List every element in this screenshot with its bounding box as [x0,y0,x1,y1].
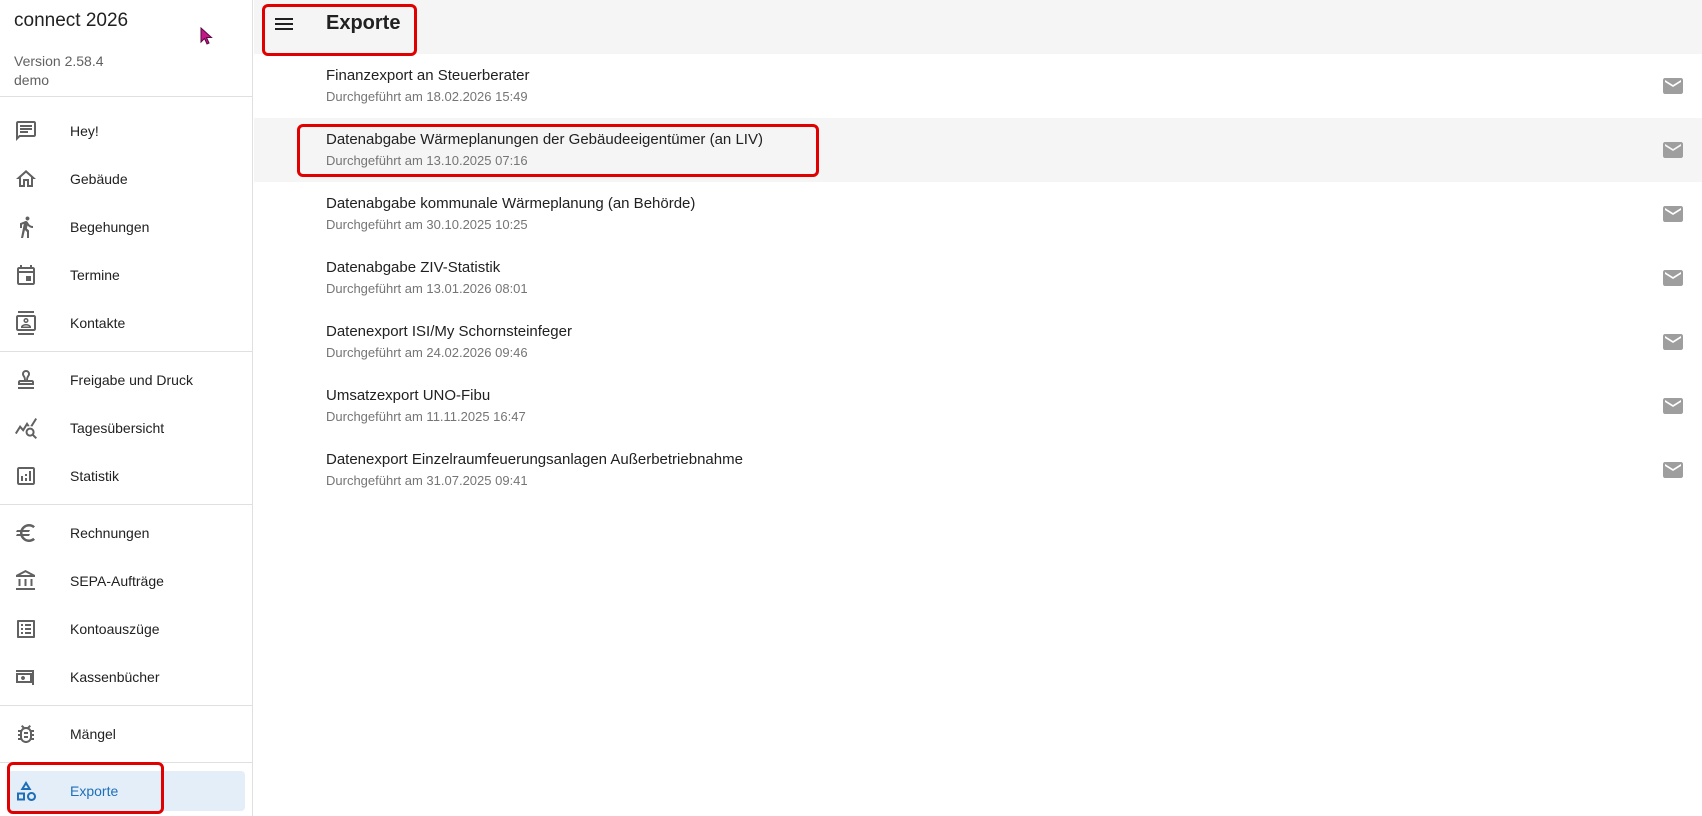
sidebar-item-label: Kontoauszüge [70,621,160,637]
sidebar-divider [0,351,253,352]
sidebar-item-kassenbuecher[interactable]: Kassenbücher [8,657,245,697]
sidebar-item-termine[interactable]: Termine [8,255,245,295]
calendar-icon [14,263,38,287]
home-icon [14,167,38,191]
list-item[interactable]: Datenabgabe ZIV-Statistik Durchgeführt a… [254,246,1702,310]
sidebar-item-label: Exporte [70,783,119,799]
list-item-title: Datenabgabe ZIV-Statistik [326,259,501,276]
bank-icon [14,569,38,593]
sidebar-divider [0,96,253,97]
list-item[interactable]: Datenabgabe Wärmeplanungen der Gebäudeei… [254,118,1702,182]
euro-icon [14,521,38,545]
mouse-cursor-icon [200,27,213,45]
sidebar-item-kontakte[interactable]: Kontakte [8,303,245,343]
sidebar-item-label: Begehungen [70,219,150,235]
mail-icon[interactable] [1661,394,1685,418]
walking-icon [14,215,38,239]
list-item-subtitle: Durchgeführt am 30.10.2025 10:25 [326,217,528,232]
list-item[interactable]: Umsatzexport UNO-Fibu Durchgeführt am 11… [254,374,1702,438]
list-item-title: Datenexport Einzelraumfeuerungsanlagen A… [326,451,743,468]
mail-icon[interactable] [1661,138,1685,162]
sidebar-item-hey[interactable]: Hey! [8,111,245,151]
list-item[interactable]: Datenexport Einzelraumfeuerungsanlagen A… [254,438,1702,502]
bar-chart-icon [14,464,38,488]
stamp-icon [14,368,38,392]
sidebar-item-label: Rechnungen [70,525,150,541]
bug-icon [14,722,38,746]
list-icon [14,617,38,641]
list-item-subtitle: Durchgeführt am 31.07.2025 09:41 [326,473,528,488]
sidebar-item-label: Statistik [70,468,120,484]
sidebar-item-tagesuebersicht[interactable]: Tagesübersicht [8,408,245,448]
shapes-icon [14,779,38,803]
sidebar-item-maengel[interactable]: Mängel [8,714,245,754]
sidebar-item-rechnungen[interactable]: Rechnungen [8,513,245,553]
list-item-subtitle: Durchgeführt am 18.02.2026 15:49 [326,89,528,104]
mail-icon[interactable] [1661,330,1685,354]
sidebar-divider [0,705,253,706]
sidebar: connect 2026 Version 2.58.4 demo Hey! Ge… [0,0,253,816]
sidebar-divider [0,504,253,505]
sidebar-item-label: Mängel [70,726,116,742]
sidebar-item-label: Tagesübersicht [70,420,165,436]
app-user: demo [14,72,50,88]
app-version: Version 2.58.4 [14,53,104,69]
mail-icon[interactable] [1661,458,1685,482]
sidebar-item-statistik[interactable]: Statistik [8,456,245,496]
list-item-subtitle: Durchgeführt am 11.11.2025 16:47 [326,409,526,424]
sidebar-item-sepa-auftraege[interactable]: SEPA-Aufträge [8,561,245,601]
top-bar: Exporte [254,0,1702,54]
chat-icon [14,119,38,143]
app-title: connect 2026 [14,10,129,31]
sidebar-item-gebaeude[interactable]: Gebäude [8,159,245,199]
sidebar-item-exporte[interactable]: Exporte [8,771,245,811]
sidebar-item-begehungen[interactable]: Begehungen [8,207,245,247]
list-item-title: Datenabgabe Wärmeplanungen der Gebäudeei… [326,131,763,148]
sidebar-divider [0,762,253,763]
sidebar-item-label: Gebäude [70,171,128,187]
list-item-title: Finanzexport an Steuerberater [326,67,530,84]
list-item[interactable]: Datenexport ISI/My Schornsteinfeger Durc… [254,310,1702,374]
list-item[interactable]: Finanzexport an Steuerberater Durchgefüh… [254,54,1702,118]
list-item-title: Datenabgabe kommunale Wärmeplanung (an B… [326,195,696,212]
sidebar-item-label: Freigabe und Druck [70,372,193,388]
list-item-title: Umsatzexport UNO-Fibu [326,387,491,404]
list-item-subtitle: Durchgeführt am 13.01.2026 08:01 [326,281,528,296]
sidebar-item-kontoauszuege[interactable]: Kontoauszüge [8,609,245,649]
chart-search-icon [14,416,38,440]
sidebar-item-label: Termine [70,267,120,283]
sidebar-item-label: SEPA-Aufträge [70,573,164,589]
mail-icon[interactable] [1661,202,1685,226]
list-item[interactable]: Datenabgabe kommunale Wärmeplanung (an B… [254,182,1702,246]
menu-icon[interactable] [272,12,300,36]
mail-icon[interactable] [1661,266,1685,290]
mail-icon[interactable] [1661,74,1685,98]
list-item-title: Datenexport ISI/My Schornsteinfeger [326,323,572,340]
list-item-subtitle: Durchgeführt am 24.02.2026 09:46 [326,345,528,360]
sidebar-item-label: Kontakte [70,315,126,331]
sidebar-item-label: Kassenbücher [70,669,160,685]
contacts-icon [14,311,38,335]
sidebar-item-freigabe-und-druck[interactable]: Freigabe und Druck [8,360,245,400]
cash-icon [14,665,38,689]
sidebar-item-label: Hey! [70,123,99,139]
list-item-subtitle: Durchgeführt am 13.10.2025 07:16 [326,153,528,168]
page-title: Exporte [326,12,401,34]
